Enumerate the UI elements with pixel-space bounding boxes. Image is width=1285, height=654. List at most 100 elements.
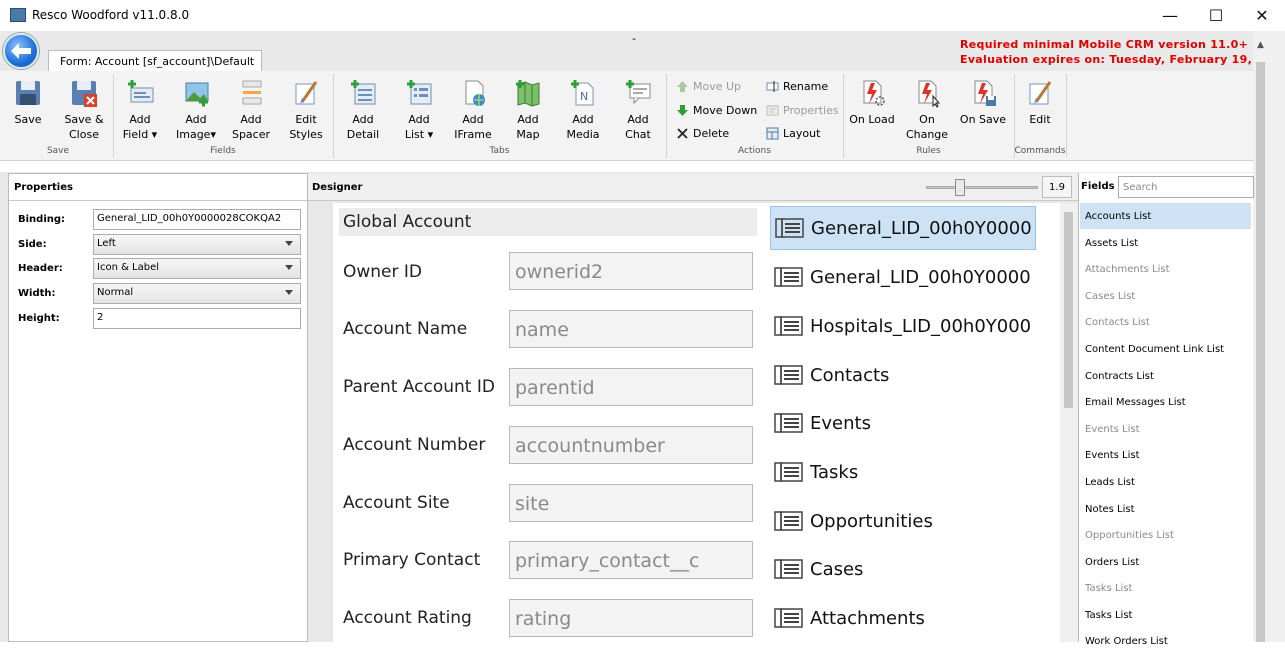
arrow-down-icon bbox=[676, 104, 689, 117]
field-box[interactable]: parentid bbox=[509, 368, 753, 406]
designer-list-item[interactable]: Hospitals_LID_00h0Y000 bbox=[770, 304, 1036, 348]
side-select[interactable]: Left bbox=[93, 234, 301, 255]
properties-button[interactable]: Properties bbox=[766, 100, 839, 120]
field-box[interactable]: rating bbox=[509, 599, 753, 637]
zoom-slider-thumb[interactable] bbox=[955, 179, 965, 196]
list-icon bbox=[774, 363, 804, 387]
designer-list-item[interactable]: Tasks bbox=[770, 450, 1036, 494]
designer-list-item[interactable]: Events bbox=[770, 401, 1036, 445]
add-image-button[interactable]: Add Image▾ bbox=[175, 75, 217, 142]
properties-icon bbox=[766, 104, 779, 117]
zoom-slider[interactable] bbox=[926, 186, 1038, 189]
designer-list-item[interactable]: Opportunities bbox=[770, 499, 1036, 543]
designer-list-label: Events bbox=[810, 412, 871, 434]
add-list-button[interactable]: Add List ▾ bbox=[397, 75, 441, 142]
field-box[interactable]: primary_contact__c bbox=[509, 541, 753, 579]
edit-commands-button[interactable]: Edit bbox=[1020, 75, 1060, 127]
add-map-icon bbox=[514, 78, 542, 108]
fields-list-item[interactable]: Content Document Link List bbox=[1080, 336, 1251, 362]
edit-commands-icon bbox=[1026, 78, 1054, 108]
group-label-tabs: Tabs bbox=[489, 146, 510, 156]
on-change-rule-icon bbox=[913, 78, 941, 108]
minimize-button[interactable]: — bbox=[1147, 0, 1193, 31]
designer-list-label: Opportunities bbox=[810, 510, 933, 532]
maximize-button[interactable]: ☐ bbox=[1193, 0, 1239, 31]
close-button[interactable]: ✕ bbox=[1239, 0, 1285, 31]
group-label-commands: Commands bbox=[1014, 146, 1066, 156]
designer-list-label: Contacts bbox=[810, 364, 890, 386]
add-chat-button[interactable]: Add Chat bbox=[617, 75, 659, 142]
edit-styles-button[interactable]: Edit Styles bbox=[285, 75, 327, 142]
chevron-down-icon bbox=[285, 241, 293, 246]
form-section-title[interactable]: Global Account bbox=[339, 208, 757, 236]
designer-list-item[interactable]: General_LID_00h0Y0000 bbox=[770, 255, 1036, 299]
fields-list-item[interactable]: Events List bbox=[1080, 416, 1251, 442]
fields-list-item[interactable]: Email Messages List bbox=[1080, 389, 1251, 415]
delete-button[interactable]: Delete bbox=[676, 123, 729, 143]
designer-scrollbar-thumb[interactable] bbox=[1064, 212, 1073, 408]
on-save-button[interactable]: On Save bbox=[958, 75, 1008, 127]
svg-text:N: N bbox=[580, 90, 588, 103]
add-spacer-button[interactable]: Add Spacer bbox=[230, 75, 272, 142]
warning-min-version: Required minimal Mobile CRM version 11.0… bbox=[960, 38, 1249, 51]
add-field-button[interactable]: Add Field ▾ bbox=[120, 75, 160, 142]
add-media-button[interactable]: N Add Media bbox=[562, 75, 604, 142]
designer-list-item[interactable]: Cases bbox=[770, 547, 1036, 591]
add-detail-button[interactable]: Add Detail bbox=[342, 75, 384, 142]
binding-field[interactable]: General_LID_00h0Y0000028COKQA2 bbox=[93, 209, 301, 230]
fields-list-item[interactable]: Events List bbox=[1080, 442, 1251, 468]
field-label: Account Rating bbox=[343, 608, 472, 628]
fields-list-item[interactable]: Notes List bbox=[1080, 496, 1251, 522]
app-icon bbox=[10, 8, 26, 22]
height-field[interactable]: 2 bbox=[93, 308, 301, 329]
field-box[interactable]: site bbox=[509, 484, 753, 522]
save-close-button[interactable]: Save & Close bbox=[62, 75, 106, 142]
save-button[interactable]: Save bbox=[8, 75, 48, 127]
designer-list-item[interactable]: Attachments bbox=[770, 596, 1036, 640]
scroll-up-icon[interactable]: ▲ bbox=[1253, 40, 1268, 60]
field-box[interactable]: name bbox=[509, 310, 753, 348]
fields-list-item[interactable]: Orders List bbox=[1080, 549, 1251, 575]
add-spacer-icon bbox=[237, 78, 265, 108]
fields-list-item[interactable]: Work Orders List bbox=[1080, 628, 1251, 654]
list-icon bbox=[775, 216, 805, 240]
fields-list-item[interactable]: Accounts List bbox=[1080, 203, 1251, 229]
fields-list-item[interactable]: Cases List bbox=[1080, 283, 1251, 309]
fields-list-item[interactable]: Assets List bbox=[1080, 230, 1251, 256]
x-delete-icon bbox=[676, 127, 689, 140]
form-tab[interactable]: Form: Account [sf_account]\Default bbox=[48, 50, 262, 71]
fields-list-item[interactable]: Tasks List bbox=[1080, 575, 1251, 601]
move-down-button[interactable]: Move Down bbox=[676, 100, 757, 120]
field-box[interactable]: ownerid2 bbox=[509, 252, 753, 290]
fields-search-input[interactable]: Search bbox=[1118, 176, 1254, 198]
properties-title: Properties bbox=[9, 174, 307, 201]
fields-list-item[interactable]: Leads List bbox=[1080, 469, 1251, 495]
fields-title: Fields bbox=[1081, 181, 1115, 192]
height-label: Height: bbox=[18, 312, 60, 324]
add-map-button[interactable]: Add Map bbox=[507, 75, 549, 142]
designer-list-item[interactable]: Contacts bbox=[770, 353, 1036, 397]
on-change-button[interactable]: On Change bbox=[904, 75, 950, 142]
field-box[interactable]: accountnumber bbox=[509, 426, 753, 464]
on-load-button[interactable]: On Load bbox=[848, 75, 896, 127]
fields-list-item[interactable]: Contacts List bbox=[1080, 309, 1251, 335]
fields-list-item[interactable]: Tasks List bbox=[1080, 602, 1251, 628]
back-button[interactable] bbox=[3, 33, 39, 69]
move-up-button[interactable]: Move Up bbox=[676, 76, 741, 96]
fields-list-item[interactable]: Opportunities List bbox=[1080, 522, 1251, 548]
fields-list-item[interactable]: Contracts List bbox=[1080, 363, 1251, 389]
width-select[interactable]: Normal bbox=[93, 283, 301, 304]
field-label: Account Site bbox=[343, 493, 450, 513]
window-scrollbar-thumb[interactable] bbox=[1256, 62, 1265, 642]
layout-button[interactable]: Layout bbox=[766, 123, 820, 143]
header-select[interactable]: Icon & Label bbox=[93, 258, 301, 279]
field-label: Parent Account ID bbox=[343, 377, 495, 397]
add-field-icon bbox=[126, 78, 154, 108]
add-iframe-button[interactable]: Add IFrame bbox=[452, 75, 494, 142]
rename-button[interactable]: Rename bbox=[766, 76, 828, 96]
warning-evaluation: Evaluation expires on: Tuesday, February… bbox=[960, 53, 1253, 66]
list-icon bbox=[774, 606, 804, 630]
group-separator bbox=[1066, 74, 1067, 158]
fields-list-item[interactable]: Attachments List bbox=[1080, 256, 1251, 282]
designer-list-item[interactable]: General_LID_00h0Y0000 bbox=[770, 206, 1036, 250]
